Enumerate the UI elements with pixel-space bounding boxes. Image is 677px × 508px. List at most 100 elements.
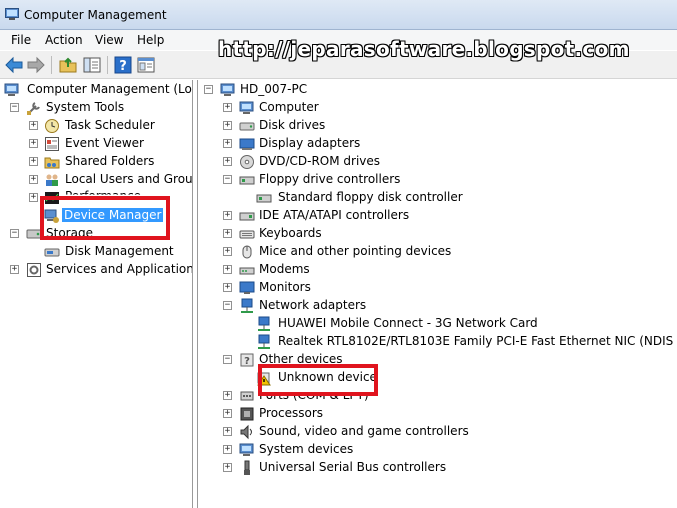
disk-drive-icon <box>239 122 255 131</box>
device-category-system-devices[interactable]: + System devices <box>223 441 473 459</box>
usb-icon <box>244 460 250 475</box>
menu-file[interactable]: File <box>11 33 31 47</box>
svg-text:?: ? <box>244 356 250 367</box>
floppy-controller-icon <box>239 176 255 185</box>
computer-management-icon <box>4 83 19 96</box>
computer-management-icon <box>5 8 19 20</box>
shared-folder-icon <box>44 157 60 169</box>
expand-icon[interactable]: + <box>223 391 232 400</box>
tree-item-task-scheduler[interactable]: + Task Scheduler <box>29 117 189 135</box>
expand-icon[interactable]: + <box>223 121 232 130</box>
keyboard-icon <box>239 230 255 239</box>
tree-item-event-viewer[interactable]: + Event Viewer <box>29 135 189 153</box>
collapse-icon[interactable]: − <box>223 355 232 364</box>
up-folder-icon[interactable] <box>58 55 78 75</box>
collapse-icon[interactable]: − <box>10 229 19 238</box>
expand-icon[interactable]: + <box>10 265 19 274</box>
expand-icon[interactable]: + <box>223 409 232 418</box>
expand-icon[interactable]: + <box>223 445 232 454</box>
console-tree-pane: Computer Management (Local − System Tool… <box>0 80 193 508</box>
device-category-network-adapters[interactable]: − Network adapters <box>223 297 473 315</box>
device-category-sound-video-game[interactable]: + Sound, video and game controllers <box>223 423 493 441</box>
network-adapter-icon <box>258 316 270 331</box>
device-category-dvd-cdrom-drives[interactable]: + DVD/CD-ROM drives <box>223 153 473 171</box>
device-tree-pane: − HD_007-PC + Computer + Disk drives + D… <box>197 80 677 508</box>
tree-item-system-tools[interactable]: − System Tools <box>10 99 190 117</box>
expand-icon[interactable]: + <box>29 175 38 184</box>
dvd-drive-icon <box>240 155 254 169</box>
expand-icon[interactable]: + <box>223 427 232 436</box>
network-adapter-icon <box>258 334 270 349</box>
expand-icon[interactable]: + <box>223 157 232 166</box>
help-icon[interactable]: ? <box>113 55 133 75</box>
computer-icon <box>239 101 254 114</box>
unknown-device-icon: ? <box>240 353 254 367</box>
collapse-icon[interactable]: − <box>10 103 19 112</box>
speaker-icon <box>240 424 252 440</box>
tree-item-services-and-applications[interactable]: + Services and Applications <box>10 261 192 279</box>
device-standard-floppy-disk-controller[interactable]: Standard floppy disk controller <box>256 189 516 207</box>
back-arrow-icon[interactable] <box>4 55 24 75</box>
device-category-ide-ata-atapi-controllers[interactable]: + IDE ATA/ATAPI controllers <box>223 207 473 225</box>
event-log-icon <box>45 137 59 151</box>
title-bar: Computer Management <box>0 0 677 30</box>
expand-icon[interactable]: + <box>223 247 232 256</box>
expand-icon[interactable]: + <box>223 139 232 148</box>
device-category-monitors[interactable]: + Monitors <box>223 279 473 297</box>
tree-item-disk-management[interactable]: Disk Management <box>44 243 192 261</box>
system-device-icon <box>239 443 254 456</box>
properties-icon[interactable] <box>136 55 156 75</box>
expand-icon[interactable]: + <box>29 139 38 148</box>
ide-controller-icon <box>239 212 255 221</box>
device-category-display-adapters[interactable]: + Display adapters <box>223 135 473 153</box>
tree-item-local-users-and-groups[interactable]: + Local Users and Groups <box>29 171 192 189</box>
device-category-disk-drives[interactable]: + Disk drives <box>223 117 473 135</box>
expand-icon[interactable]: + <box>223 265 232 274</box>
network-adapter-icon <box>241 298 253 313</box>
expand-icon[interactable]: + <box>29 193 38 202</box>
highlight-unknown-device <box>258 364 378 396</box>
collapse-icon[interactable]: − <box>204 85 213 94</box>
mouse-icon <box>242 245 252 259</box>
clock-icon <box>45 119 59 133</box>
device-realtek-ethernet-nic[interactable]: Realtek RTL8102E/RTL8103E Family PCI-E F… <box>256 333 677 351</box>
modem-icon <box>239 267 255 275</box>
processor-icon <box>240 407 254 421</box>
collapse-icon[interactable]: − <box>223 175 232 184</box>
show-hide-tree-icon[interactable] <box>82 55 102 75</box>
window-title: Computer Management <box>24 8 167 22</box>
monitor-icon <box>239 281 255 294</box>
computer-icon <box>220 83 235 96</box>
svg-text:?: ? <box>119 59 127 74</box>
device-category-keyboards[interactable]: + Keyboards <box>223 225 473 243</box>
expand-icon[interactable]: + <box>223 103 232 112</box>
display-adapter-icon <box>239 138 255 150</box>
watermark-url: http://jeparasoftware.blogspot.com <box>218 37 630 61</box>
device-tree-root[interactable]: − HD_007-PC <box>204 81 404 99</box>
menu-action[interactable]: Action <box>45 33 83 47</box>
device-huawei-mobile-connect[interactable]: HUAWEI Mobile Connect - 3G Network Card <box>256 315 556 333</box>
device-category-modems[interactable]: + Modems <box>223 261 473 279</box>
forward-arrow-icon[interactable] <box>26 55 46 75</box>
expand-icon[interactable]: + <box>29 121 38 130</box>
device-category-computer[interactable]: + Computer <box>223 99 473 117</box>
expand-icon[interactable]: + <box>223 229 232 238</box>
device-category-mice[interactable]: + Mice and other pointing devices <box>223 243 483 261</box>
floppy-controller-icon <box>256 194 272 203</box>
services-icon <box>27 263 41 277</box>
port-icon <box>240 391 254 401</box>
device-category-usb-controllers[interactable]: + Universal Serial Bus controllers <box>223 459 483 477</box>
highlight-device-manager <box>40 196 170 240</box>
menu-view[interactable]: View <box>95 33 123 47</box>
disk-management-icon <box>44 248 60 257</box>
expand-icon[interactable]: + <box>29 157 38 166</box>
expand-icon[interactable]: + <box>223 463 232 472</box>
expand-icon[interactable]: + <box>223 283 232 292</box>
device-category-processors[interactable]: + Processors <box>223 405 473 423</box>
collapse-icon[interactable]: − <box>223 301 232 310</box>
tree-item-shared-folders[interactable]: + Shared Folders <box>29 153 189 171</box>
tools-icon <box>27 102 40 115</box>
expand-icon[interactable]: + <box>223 211 232 220</box>
device-category-floppy-drive-controllers[interactable]: − Floppy drive controllers <box>223 171 473 189</box>
menu-help[interactable]: Help <box>137 33 164 47</box>
